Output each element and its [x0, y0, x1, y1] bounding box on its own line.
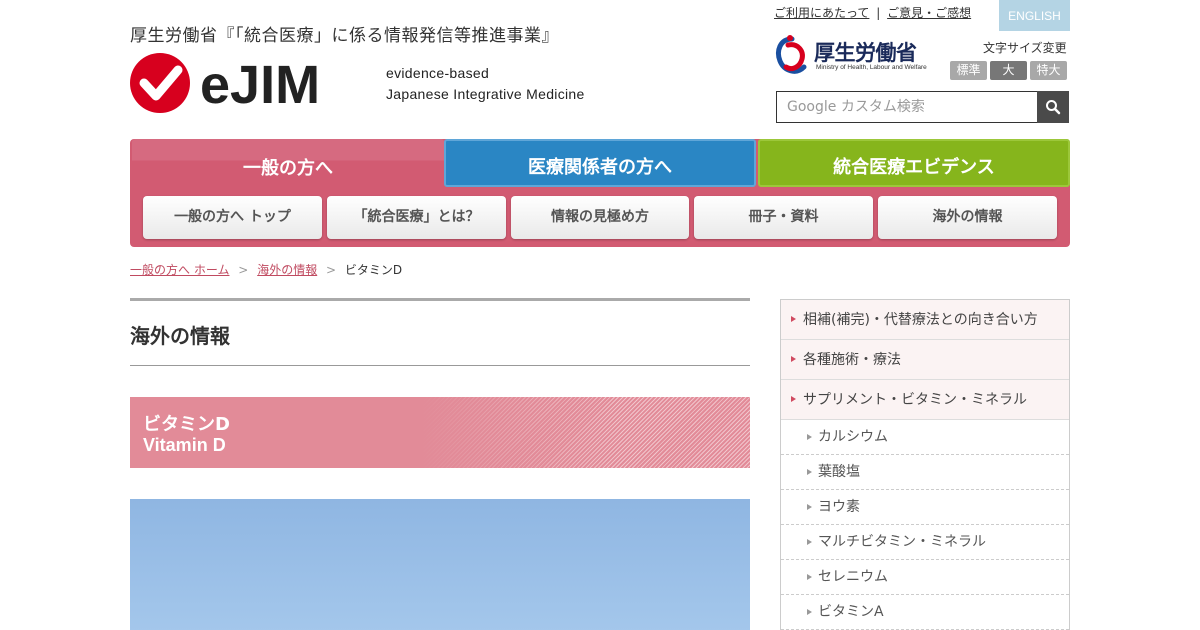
- article-title-en: Vitamin D: [143, 435, 226, 455]
- ministry-emblem-icon: [776, 35, 807, 74]
- sidebar-item-label: 相補(補完)・代替療法との向き合い方: [803, 312, 1038, 328]
- tab-label: 医療関係者の方へ: [528, 157, 672, 178]
- sidebar-item-supplements[interactable]: サプリメント・ビタミン・ミネラル: [781, 380, 1069, 420]
- article-image: [130, 499, 750, 630]
- tab-general-public[interactable]: 一般の方へ: [132, 139, 444, 193]
- article-banner: ビタミンD Vitamin D: [130, 397, 750, 468]
- font-size-large-button[interactable]: 大: [990, 61, 1027, 80]
- sidebar-item-therapies[interactable]: 各種施術・療法: [781, 340, 1069, 380]
- site-header: 厚生労働省『「統合医療」に係る情報発信等推進事業』 eJIM evidence-…: [130, 0, 1070, 135]
- tagline-line2: Japanese Integrative Medicine: [386, 86, 585, 102]
- sidebar-item-cam-approach[interactable]: 相補(補完)・代替療法との向き合い方: [781, 300, 1069, 340]
- subnav-general-top[interactable]: 一般の方へ トップ: [143, 196, 322, 239]
- search-icon: [1046, 100, 1061, 115]
- ministry-name: 厚生労働省: [814, 41, 917, 65]
- logo-wordmark: eJIM: [200, 55, 320, 115]
- font-size-xlarge-button[interactable]: 特大: [1030, 61, 1067, 80]
- ejim-logo[interactable]: eJIM: [130, 53, 370, 115]
- triangle-bullet-icon: [807, 434, 812, 440]
- ministry-logo[interactable]: 厚生労働省 Ministry of Health, Labour and Wel…: [774, 33, 929, 77]
- triangle-bullet-icon: [791, 316, 796, 322]
- sidebar-subitem-label: セレニウム: [818, 569, 888, 585]
- sidebar-item-label: 各種施術・療法: [803, 352, 901, 368]
- triangle-bullet-icon: [807, 609, 812, 615]
- triangle-bullet-icon: [807, 504, 812, 510]
- subnav-overseas-info[interactable]: 海外の情報: [878, 196, 1057, 239]
- subnav-evaluating-info[interactable]: 情報の見極め方: [511, 196, 689, 239]
- english-button[interactable]: ENGLISH: [999, 0, 1070, 31]
- tagline-line1: evidence-based: [386, 65, 490, 81]
- sidebar-subitem-vitamin-a[interactable]: ビタミンA: [781, 595, 1069, 630]
- breadcrumb-current: ビタミンD: [344, 263, 403, 277]
- breadcrumb-separator: >: [238, 263, 249, 277]
- page-title: 海外の情報: [130, 324, 230, 348]
- utility-links: ご利用にあたって | ご意見・ご感想: [774, 4, 971, 21]
- sidebar-subitem-label: ヨウ素: [818, 499, 860, 515]
- terms-link[interactable]: ご利用にあたって: [774, 6, 869, 20]
- tab-label: 一般の方へ: [243, 158, 333, 179]
- feedback-link[interactable]: ご意見・ご感想: [887, 6, 971, 20]
- ejim-logo-mark: eJIM: [130, 53, 320, 115]
- sidebar-menu: 相補(補完)・代替療法との向き合い方 各種施術・療法 サプリメント・ビタミン・ミ…: [780, 299, 1070, 630]
- triangle-bullet-icon: [807, 574, 812, 580]
- main-navigation: 一般の方へ 医療関係者の方へ 統合医療エビデンス 一般の方へ トップ 「統合医療…: [130, 139, 1070, 247]
- search-box: [776, 91, 1069, 123]
- tab-medical-professionals[interactable]: 医療関係者の方へ: [444, 139, 756, 187]
- font-size-label: 文字サイズ変更: [983, 41, 1067, 55]
- sidebar-subitem-label: カルシウム: [818, 429, 888, 445]
- ministry-name-en: Ministry of Health, Labour and Welfare: [816, 64, 927, 71]
- sidebar-subitem-label: ビタミンA: [818, 604, 884, 620]
- site-subtitle: 厚生労働省『「統合医療」に係る情報発信等推進事業』: [130, 26, 559, 46]
- search-button[interactable]: [1037, 91, 1069, 123]
- breadcrumb-separator: >: [326, 263, 337, 277]
- banner-pattern: [420, 397, 750, 468]
- sidebar-subitem-iodine[interactable]: ヨウ素: [781, 490, 1069, 525]
- title-divider: [130, 365, 750, 366]
- tab-integrative-evidence[interactable]: 統合医療エビデンス: [758, 139, 1070, 187]
- breadcrumb-overseas-link[interactable]: 海外の情報: [257, 263, 317, 277]
- tagline: evidence-based Japanese Integrative Medi…: [386, 63, 585, 105]
- sidebar-subitem-label: 葉酸塩: [818, 464, 860, 480]
- sidebar-subitem-multivitamin[interactable]: マルチビタミン・ミネラル: [781, 525, 1069, 560]
- triangle-bullet-icon: [807, 469, 812, 475]
- tab-label: 統合医療エビデンス: [833, 157, 995, 178]
- sidebar-subitem-calcium[interactable]: カルシウム: [781, 420, 1069, 455]
- sidebar-subitem-selenium[interactable]: セレニウム: [781, 560, 1069, 595]
- triangle-bullet-icon: [791, 396, 796, 402]
- subnav-what-is-integrative[interactable]: 「統合医療」とは？: [327, 196, 506, 239]
- font-size-standard-button[interactable]: 標準: [950, 61, 987, 80]
- triangle-bullet-icon: [791, 356, 796, 362]
- breadcrumb: 一般の方へ ホーム > 海外の情報 > ビタミンD: [130, 261, 402, 278]
- link-separator: |: [876, 6, 881, 20]
- section-top-border: [130, 298, 750, 301]
- subnav-booklets[interactable]: 冊子・資料: [694, 196, 873, 239]
- sidebar-subitem-label: マルチビタミン・ミネラル: [818, 534, 986, 550]
- article-title-ja: ビタミンD: [143, 414, 230, 435]
- search-input[interactable]: [777, 92, 1068, 122]
- triangle-bullet-icon: [807, 539, 812, 545]
- sidebar-item-label: サプリメント・ビタミン・ミネラル: [803, 392, 1027, 408]
- breadcrumb-home-link[interactable]: 一般の方へ ホーム: [130, 263, 229, 277]
- sidebar-subitem-folate[interactable]: 葉酸塩: [781, 455, 1069, 490]
